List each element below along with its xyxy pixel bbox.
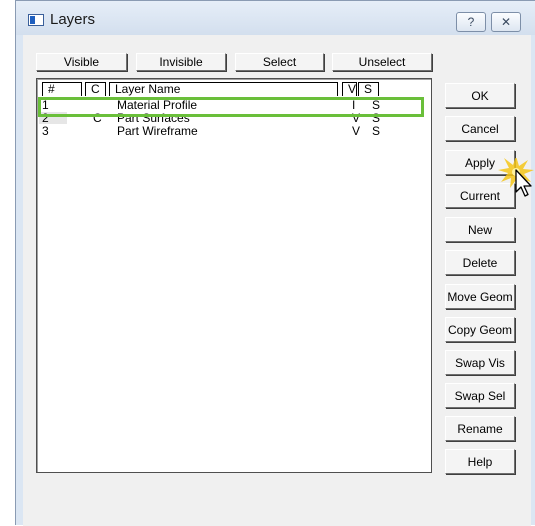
select-button[interactable]: Select: [235, 53, 324, 71]
layer-visibility: V: [352, 124, 361, 138]
help-button[interactable]: Help: [445, 449, 515, 474]
unselect-button[interactable]: Unselect: [332, 53, 432, 71]
new-button[interactable]: New: [445, 217, 515, 242]
mouse-pointer-icon: [498, 158, 534, 197]
column-header-v[interactable]: V: [342, 82, 357, 96]
cancel-button[interactable]: Cancel: [445, 116, 515, 141]
help-icon: ?: [467, 15, 475, 29]
column-header-c[interactable]: C: [85, 82, 106, 96]
column-header-s[interactable]: S: [358, 82, 379, 96]
ok-button[interactable]: OK: [445, 83, 515, 108]
dialog-client-area: Visible Invisible Select Unselect # C La…: [23, 35, 531, 526]
copy-geom-button[interactable]: Copy Geom: [445, 317, 515, 342]
swap-vis-button[interactable]: Swap Vis: [445, 350, 515, 375]
layer-name: Part Wireframe: [117, 124, 198, 138]
layers-dialog: Layers ? ✕ Visible Invisible Select Unse…: [15, 0, 535, 526]
delete-button[interactable]: Delete: [445, 250, 515, 275]
table-row[interactable]: 3 Part Wireframe V S: [42, 125, 422, 138]
rename-button[interactable]: Rename: [445, 416, 515, 441]
move-geom-button[interactable]: Move Geom: [445, 284, 515, 309]
help-title-button[interactable]: ?: [456, 12, 486, 32]
row-highlight: [38, 97, 424, 117]
layer-number: 3: [42, 124, 49, 138]
close-icon: ✕: [500, 15, 512, 29]
column-header-number[interactable]: #: [42, 82, 82, 96]
invisible-button[interactable]: Invisible: [136, 53, 226, 71]
title-bar[interactable]: Layers ? ✕: [16, 1, 535, 35]
swap-sel-button[interactable]: Swap Sel: [445, 383, 515, 408]
column-header-layer-name[interactable]: Layer Name: [109, 82, 338, 96]
app-icon: [28, 14, 44, 26]
visible-button[interactable]: Visible: [36, 53, 127, 71]
layer-list[interactable]: # C Layer Name V S 1 Material Profile I …: [36, 78, 432, 473]
layer-selection: S: [372, 124, 381, 138]
close-button[interactable]: ✕: [491, 12, 521, 32]
window-title: Layers: [50, 11, 96, 28]
